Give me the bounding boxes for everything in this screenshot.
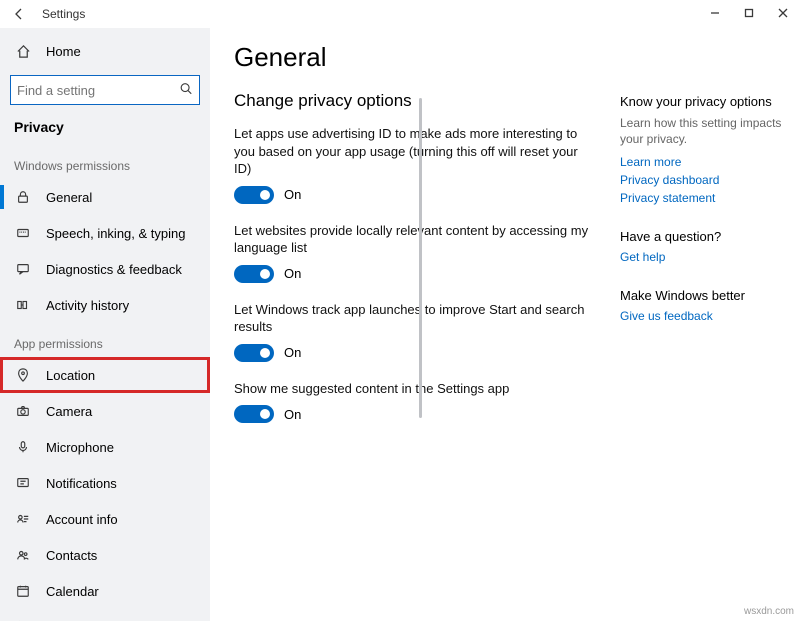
sidebar-item-label: Microphone — [46, 440, 114, 455]
setting-desc: Show me suggested content in the Setting… — [234, 380, 594, 398]
section-label-windows: Windows permissions — [0, 145, 210, 179]
sidebar-item-label: Diagnostics & feedback — [46, 262, 182, 277]
camera-icon — [14, 402, 32, 420]
microphone-icon — [14, 438, 32, 456]
home-label: Home — [46, 44, 81, 59]
sidebar-scrollbar[interactable] — [419, 98, 422, 418]
sidebar-context-title: Privacy — [0, 119, 210, 145]
sidebar-item-account[interactable]: Account info — [0, 501, 210, 537]
setting-language-list: Let websites provide locally relevant co… — [234, 222, 594, 283]
link-get-help[interactable]: Get help — [620, 250, 784, 264]
sidebar: Home Privacy Windows permissions General… — [0, 28, 210, 621]
search-input[interactable] — [17, 83, 193, 98]
sidebar-item-label: Location — [46, 368, 95, 383]
feedback-icon — [14, 260, 32, 278]
home-icon — [14, 44, 32, 59]
setting-advertising-id: Let apps use advertising ID to make ads … — [234, 125, 594, 204]
link-feedback[interactable]: Give us feedback — [620, 309, 784, 323]
sidebar-item-diagnostics[interactable]: Diagnostics & feedback — [0, 251, 210, 287]
sidebar-item-microphone[interactable]: Microphone — [0, 429, 210, 465]
sidebar-item-activity[interactable]: Activity history — [0, 287, 210, 323]
lock-icon — [14, 188, 32, 206]
speech-icon — [14, 224, 32, 242]
sidebar-item-label: Account info — [46, 512, 118, 527]
search-icon — [179, 82, 193, 99]
calendar-icon — [14, 582, 32, 600]
notifications-icon — [14, 474, 32, 492]
activity-icon — [14, 296, 32, 314]
sidebar-item-calendar[interactable]: Calendar — [0, 573, 210, 609]
close-button[interactable] — [766, 0, 800, 26]
setting-desc: Let apps use advertising ID to make ads … — [234, 125, 594, 178]
minimize-button[interactable] — [698, 0, 732, 26]
aside-question-title: Have a question? — [620, 229, 784, 244]
link-privacy-statement[interactable]: Privacy statement — [620, 191, 784, 205]
sidebar-item-label: Camera — [46, 404, 92, 419]
toggle-track-launches[interactable] — [234, 344, 274, 362]
home-button[interactable]: Home — [0, 36, 210, 67]
toggle-state: On — [284, 266, 301, 281]
sidebar-item-label: General — [46, 190, 92, 205]
location-icon — [14, 366, 32, 384]
window-title: Settings — [42, 7, 85, 21]
sidebar-item-speech[interactable]: Speech, inking, & typing — [0, 215, 210, 251]
aside-privacy-title: Know your privacy options — [620, 94, 784, 109]
sidebar-item-label: Speech, inking, & typing — [46, 226, 185, 241]
back-icon[interactable] — [10, 5, 28, 23]
sidebar-item-location[interactable]: Location — [0, 357, 210, 393]
sidebar-item-callhistory[interactable]: Call history — [0, 609, 210, 621]
search-box[interactable] — [10, 75, 200, 105]
toggle-state: On — [284, 407, 301, 422]
setting-suggested-content: Show me suggested content in the Setting… — [234, 380, 594, 424]
sidebar-item-contacts[interactable]: Contacts — [0, 537, 210, 573]
sidebar-item-label: Activity history — [46, 298, 129, 313]
section-title: Change privacy options — [234, 91, 620, 111]
titlebar: Settings — [0, 0, 800, 28]
contacts-icon — [14, 546, 32, 564]
account-icon — [14, 510, 32, 528]
sidebar-item-label: Notifications — [46, 476, 117, 491]
sidebar-item-notifications[interactable]: Notifications — [0, 465, 210, 501]
aside-panel: Know your privacy options Learn how this… — [620, 42, 790, 611]
link-privacy-dashboard[interactable]: Privacy dashboard — [620, 173, 784, 187]
watermark: wsxdn.com — [744, 606, 794, 617]
sidebar-item-camera[interactable]: Camera — [0, 393, 210, 429]
setting-desc: Let websites provide locally relevant co… — [234, 222, 594, 257]
sidebar-item-label: Calendar — [46, 584, 99, 599]
setting-track-launches: Let Windows track app launches to improv… — [234, 301, 594, 362]
toggle-state: On — [284, 187, 301, 202]
setting-desc: Let Windows track app launches to improv… — [234, 301, 594, 336]
link-learn-more[interactable]: Learn more — [620, 155, 784, 169]
aside-privacy-desc: Learn how this setting impacts your priv… — [620, 115, 784, 147]
maximize-button[interactable] — [732, 0, 766, 26]
sidebar-item-label: Contacts — [46, 548, 97, 563]
section-label-app: App permissions — [0, 323, 210, 357]
toggle-language-list[interactable] — [234, 265, 274, 283]
toggle-state: On — [284, 345, 301, 360]
page-title: General — [234, 42, 620, 73]
aside-better-title: Make Windows better — [620, 288, 784, 303]
main-content: General Change privacy options Let apps … — [210, 28, 800, 621]
sidebar-item-general[interactable]: General — [0, 179, 210, 215]
toggle-advertising-id[interactable] — [234, 186, 274, 204]
toggle-suggested-content[interactable] — [234, 405, 274, 423]
